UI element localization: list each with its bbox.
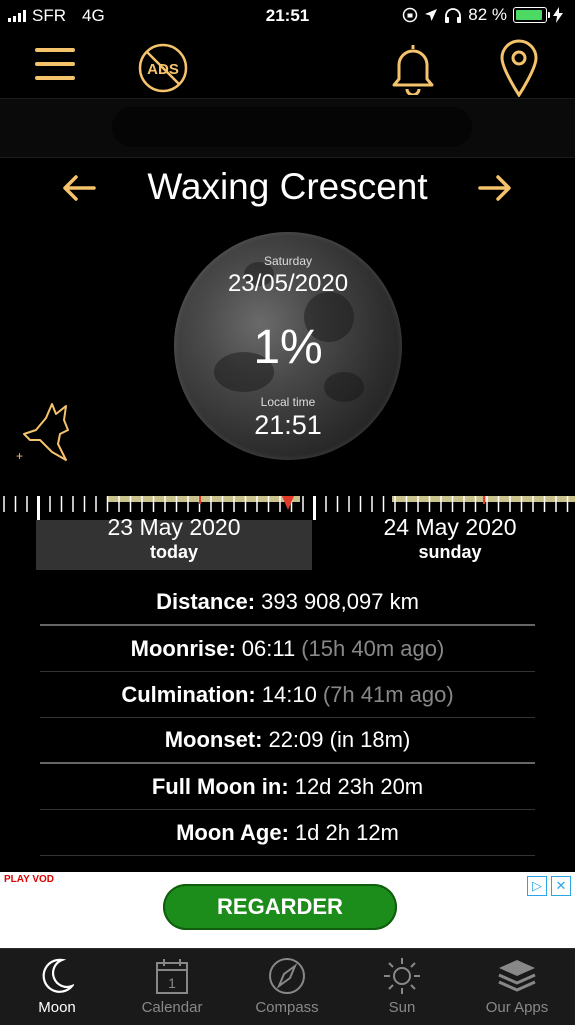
local-time: 21:51 (254, 410, 322, 440)
tab-calendar[interactable]: 1 Calendar (117, 957, 227, 1016)
charging-icon (553, 7, 563, 23)
day1-date[interactable]: 23 May 2020 (36, 514, 312, 541)
battery-percent: 82 % (468, 5, 507, 24)
headphones-icon (445, 8, 462, 23)
info-label: Moon Age: (176, 819, 289, 845)
day1-label: today (149, 542, 198, 562)
moon-info-list: Distance: 393 908,097 km Moonrise: 06:11… (40, 580, 535, 856)
no-ads-icon[interactable]: ADS (137, 42, 189, 94)
daylight-band (108, 496, 300, 502)
moon-image: Saturday 23/05/2020 1% Local time 21:51 (174, 232, 402, 460)
day2-date[interactable]: 24 May 2020 (312, 514, 575, 541)
info-row-distance: Distance: 393 908,097 km (40, 580, 535, 626)
info-label: Moonset: (164, 727, 263, 752)
info-value: 1d 2h 12m (294, 819, 399, 845)
orientation-lock-icon (403, 7, 418, 23)
info-row-moonset: Moonset: 22:09 (in 18m) (40, 718, 535, 764)
tab-sun[interactable]: Sun (347, 957, 457, 1016)
status-bar: SFR 4G 21:51 82 % (0, 0, 575, 32)
redaction-block (112, 107, 472, 147)
tab-label: Our Apps (485, 999, 549, 1016)
tab-moon[interactable]: Moon (2, 957, 112, 1016)
location-arrow-icon (425, 9, 438, 21)
layers-icon (498, 960, 536, 992)
wolf-icon[interactable]: + (16, 400, 74, 466)
tab-our-apps[interactable]: Our Apps (462, 957, 572, 1016)
calendar-icon: 1 (156, 959, 188, 994)
arrow-right-icon[interactable] (474, 168, 514, 208)
tab-compass[interactable]: Compass (232, 957, 342, 1016)
info-value: 22:09 (in 18m) (268, 727, 411, 752)
info-row-full-moon: Full Moon in: 12d 23h 20m (40, 764, 535, 810)
info-value: 06:11 (241, 635, 296, 661)
phase-navigator: Waxing Crescent (0, 160, 575, 216)
info-value: 14:10 (261, 681, 317, 707)
info-label: Distance: (156, 589, 256, 614)
hamburger-icon[interactable] (34, 48, 76, 80)
tab-label: Calendar (141, 999, 203, 1016)
redacted-banner (0, 98, 575, 158)
local-time-label: Local time (260, 395, 316, 409)
svg-text:ADS: ADS (147, 61, 179, 78)
tab-label: Sun (388, 999, 416, 1016)
battery-icon (513, 7, 550, 23)
illumination-percent: 1% (253, 321, 323, 374)
info-row-moon-age: Moon Age: 1d 2h 12m (40, 810, 535, 856)
moon-date: 23/05/2020 (227, 270, 349, 297)
svg-text:1: 1 (168, 975, 176, 991)
info-value: 12d 23h 20m (294, 773, 424, 799)
compass-icon (269, 958, 305, 994)
ad-close-icon[interactable]: ✕ (551, 876, 571, 896)
info-row-culmination: Culmination: 14:10 (7h 41m ago) (40, 672, 535, 718)
location-pin-icon[interactable] (496, 38, 542, 98)
ad-cta-button[interactable]: REGARDER (163, 884, 397, 930)
bell-icon[interactable] (387, 40, 439, 96)
bottom-tab-bar: Moon 1 Calendar Compass Sun Our Apps (0, 948, 575, 1025)
info-row-moonrise: Moonrise: 06:11 (15h 40m ago) (40, 626, 535, 672)
tab-label: Compass (255, 999, 319, 1016)
tab-label: Moon (38, 999, 76, 1016)
info-value: 393 908,097 km (261, 589, 419, 614)
ad-choices-icon[interactable]: ▷ (527, 876, 547, 896)
ad-banner[interactable]: PLAY VOD REGARDER ▷ ✕ (0, 872, 575, 948)
sun-icon (384, 958, 420, 994)
svg-text:+: + (16, 449, 23, 463)
moon-icon (42, 958, 74, 993)
moon-day: Saturday (263, 254, 313, 268)
day2-label: sunday (418, 542, 482, 562)
info-label: Culmination: (121, 681, 256, 707)
ad-brand: PLAY VOD (4, 874, 55, 885)
top-toolbar: ADS (0, 32, 575, 98)
day-timeline[interactable]: 23 May 2020 today 24 May 2020 sunday (0, 478, 575, 570)
info-extra: (7h 41m ago) (322, 681, 454, 707)
info-extra: (15h 40m ago) (301, 635, 445, 661)
info-label: Full Moon in: (151, 773, 289, 799)
info-label: Moonrise: (130, 635, 236, 661)
